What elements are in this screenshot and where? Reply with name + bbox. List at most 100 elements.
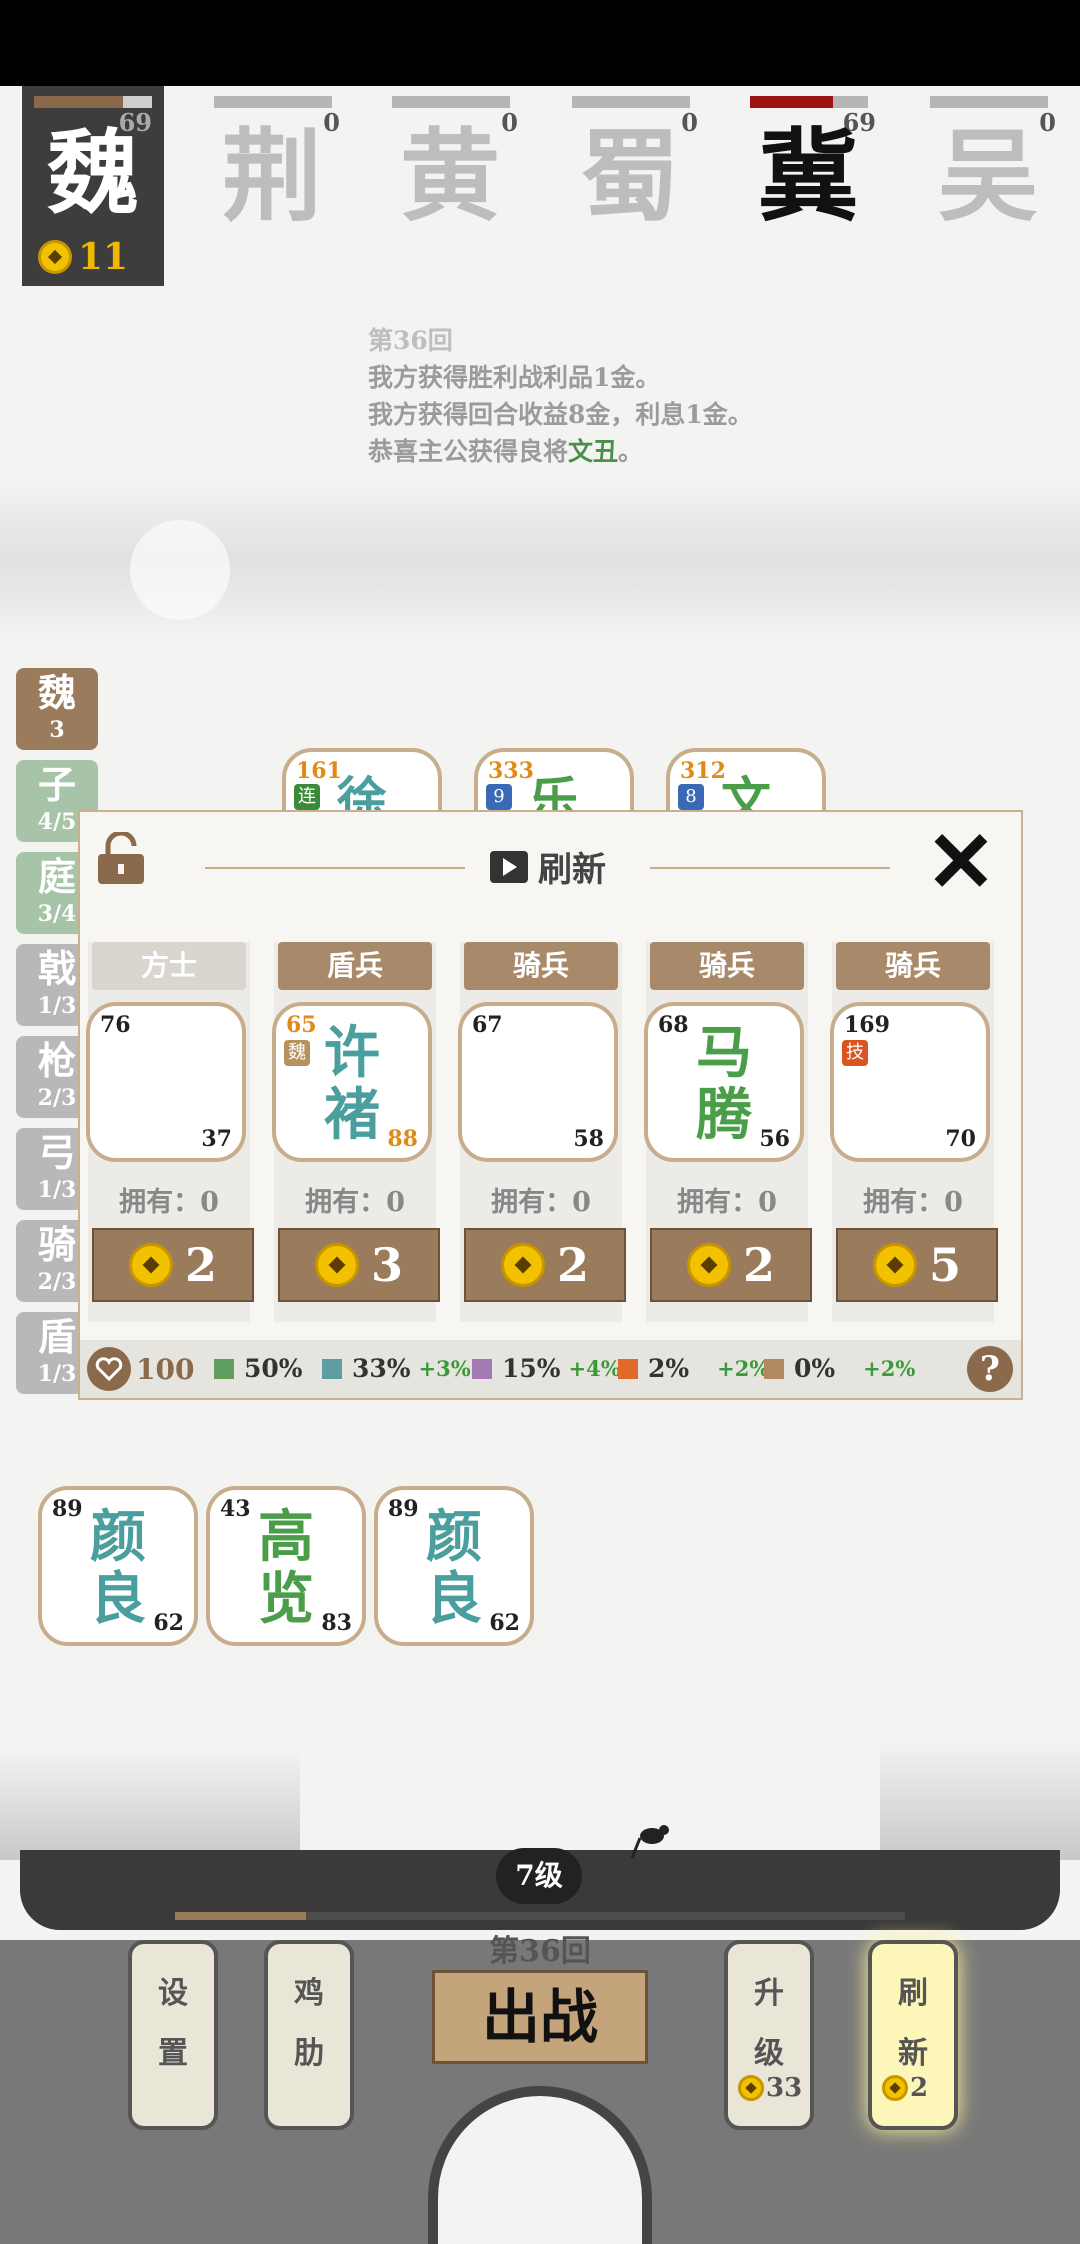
odds-delta: +3% <box>418 1356 471 1381</box>
round-label: 第36回 <box>489 1934 591 1969</box>
bottom-panel: 7级 设置 鸡肋 第36回 出战 升级 33 刷新2 <box>0 1730 1080 2244</box>
unit-type-label: 骑兵 <box>836 942 990 990</box>
shop-header: 刷新 ✕ <box>80 812 1021 922</box>
card-def: 62 <box>153 1610 184 1636</box>
faction-name: 黄 <box>400 117 500 235</box>
card-def: 62 <box>489 1610 520 1636</box>
odds-tier-3: 15% +4% <box>472 1354 621 1383</box>
unit-card[interactable]: 68 马腾 56 <box>644 1002 804 1162</box>
faction-jing[interactable]: 0 荆 <box>192 86 352 286</box>
buy-button[interactable]: 2 <box>464 1228 626 1302</box>
shop-slot[interactable]: 骑兵 169 技 70 拥有：0 5 <box>830 942 998 1322</box>
coin-icon <box>686 1243 731 1287</box>
settings-button[interactable]: 设置 <box>128 1940 218 2130</box>
coin-icon <box>314 1243 359 1287</box>
bench-card[interactable]: 89 颜良 62 <box>374 1486 534 1646</box>
log-round: 第36回 <box>368 326 453 355</box>
tier-color <box>214 1358 234 1379</box>
log-line: 我方获得回合收益8金，利息1金。 <box>368 400 753 429</box>
odds-footer: 100 50% 33% +3% 15% +4% 2% +2% 0% +2% ? <box>80 1340 1021 1398</box>
heart-icon <box>87 1347 131 1391</box>
faction-bar <box>930 96 1048 108</box>
card-name-char: 高 <box>258 1504 314 1570</box>
card-name-char: 颜 <box>426 1504 482 1570</box>
unit-card[interactable]: 67 58 <box>458 1002 618 1162</box>
shop-slot[interactable]: 骑兵 68 马腾 56 拥有：0 2 <box>644 942 812 1322</box>
unit-type-label: 方士 <box>92 942 246 990</box>
coin-icon <box>872 1243 917 1287</box>
unit-type-label: 骑兵 <box>464 942 618 990</box>
faction-wu[interactable]: 0 吴 <box>908 86 1068 286</box>
card-def: 56 <box>759 1126 790 1152</box>
tier-color <box>322 1358 342 1379</box>
lantern-char: 置 <box>158 2036 188 2071</box>
unit-type-label: 盾兵 <box>278 942 432 990</box>
unit-card[interactable]: 76 37 <box>86 1002 246 1162</box>
buy-button[interactable]: 2 <box>650 1228 812 1302</box>
buy-button[interactable]: 5 <box>836 1228 998 1302</box>
header-divider <box>650 867 890 869</box>
lantern-char: 升 <box>754 1976 784 2011</box>
shop-slot[interactable]: 方士 76 37 拥有：0 2 <box>86 942 254 1322</box>
video-ad-icon <box>490 850 528 883</box>
card-def: 37 <box>201 1126 232 1152</box>
lantern-char: 设 <box>158 1976 188 2011</box>
shop-slot[interactable]: 骑兵 67 58 拥有：0 2 <box>458 942 626 1322</box>
cost-value: 2 <box>910 2073 929 2103</box>
refresh-cost: 2 <box>882 2058 928 2118</box>
odds-delta: +4% <box>568 1356 621 1381</box>
odds-delta: +2% <box>717 1356 770 1381</box>
price: 2 <box>184 1238 217 1292</box>
log-general-name: 文丑 <box>568 437 619 466</box>
battle-button[interactable]: 出战 <box>432 1970 648 2064</box>
status-bar <box>0 0 1080 86</box>
faction-huang[interactable]: 0 黄 <box>370 86 530 286</box>
log-text: 。 <box>618 437 644 466</box>
owned-count: 拥有：0 <box>491 1187 591 1218</box>
moon-decoration <box>130 520 230 620</box>
bench-card[interactable]: 43 高览 83 <box>206 1486 366 1646</box>
hearts: 100 <box>86 1346 194 1392</box>
buy-button[interactable]: 2 <box>92 1228 254 1302</box>
unit-card[interactable]: 169 技 70 <box>830 1002 990 1162</box>
tier-color <box>472 1358 492 1379</box>
faction-name: 荆 <box>222 117 322 235</box>
coin-icon <box>128 1243 173 1287</box>
faction-name: 蜀 <box>580 117 680 235</box>
bench-card[interactable]: 89 颜良 62 <box>38 1486 198 1646</box>
helper-button[interactable]: 鸡肋 <box>264 1940 354 2130</box>
buy-button[interactable]: 3 <box>278 1228 440 1302</box>
unit-card[interactable]: 65 魏 许褚 88 <box>272 1002 432 1162</box>
card-name-char: 颜 <box>90 1504 146 1570</box>
faction-shu[interactable]: 0 蜀 <box>550 86 710 286</box>
ink-mountain <box>0 1750 300 1860</box>
side-tab-label: 魏 <box>37 670 76 715</box>
coin-icon <box>738 2075 764 2101</box>
refresh-button[interactable]: 刷新2 <box>868 1940 958 2130</box>
side-tab-label: 子 <box>37 762 76 807</box>
upgrade-button[interactable]: 升级 33 <box>724 1940 814 2130</box>
card-def: 88 <box>387 1126 418 1152</box>
faction-ji[interactable]: 69 冀 <box>728 86 888 286</box>
help-icon[interactable]: ? <box>967 1346 1013 1392</box>
refresh-title[interactable]: 刷新 <box>490 842 606 891</box>
close-icon[interactable]: ✕ <box>921 820 1001 904</box>
faction-bar <box>572 96 690 108</box>
odds-pct: 50% <box>244 1354 303 1383</box>
ink-mountain <box>880 1740 1080 1860</box>
odds-delta: +2% <box>863 1356 916 1381</box>
odds-pct: 2% <box>648 1354 690 1383</box>
owned-count: 拥有：0 <box>863 1187 963 1218</box>
lock-icon[interactable] <box>94 832 148 886</box>
price: 2 <box>742 1238 775 1292</box>
coin-icon <box>500 1243 545 1287</box>
shop-slot[interactable]: 盾兵 65 魏 许褚 88 拥有：0 3 <box>272 942 440 1322</box>
side-tab-wei[interactable]: 魏3 <box>16 668 98 750</box>
cost-value: 33 <box>766 2073 803 2103</box>
odds-pct: 0% <box>794 1354 836 1383</box>
card-atk: 67 <box>472 1012 503 1038</box>
log-line: 恭喜主公获得良将文丑。 <box>368 433 753 470</box>
odds-pct: 33% <box>352 1354 411 1383</box>
odds-tier-1: 50% <box>214 1354 303 1383</box>
owned-count: 拥有：0 <box>305 1187 405 1218</box>
